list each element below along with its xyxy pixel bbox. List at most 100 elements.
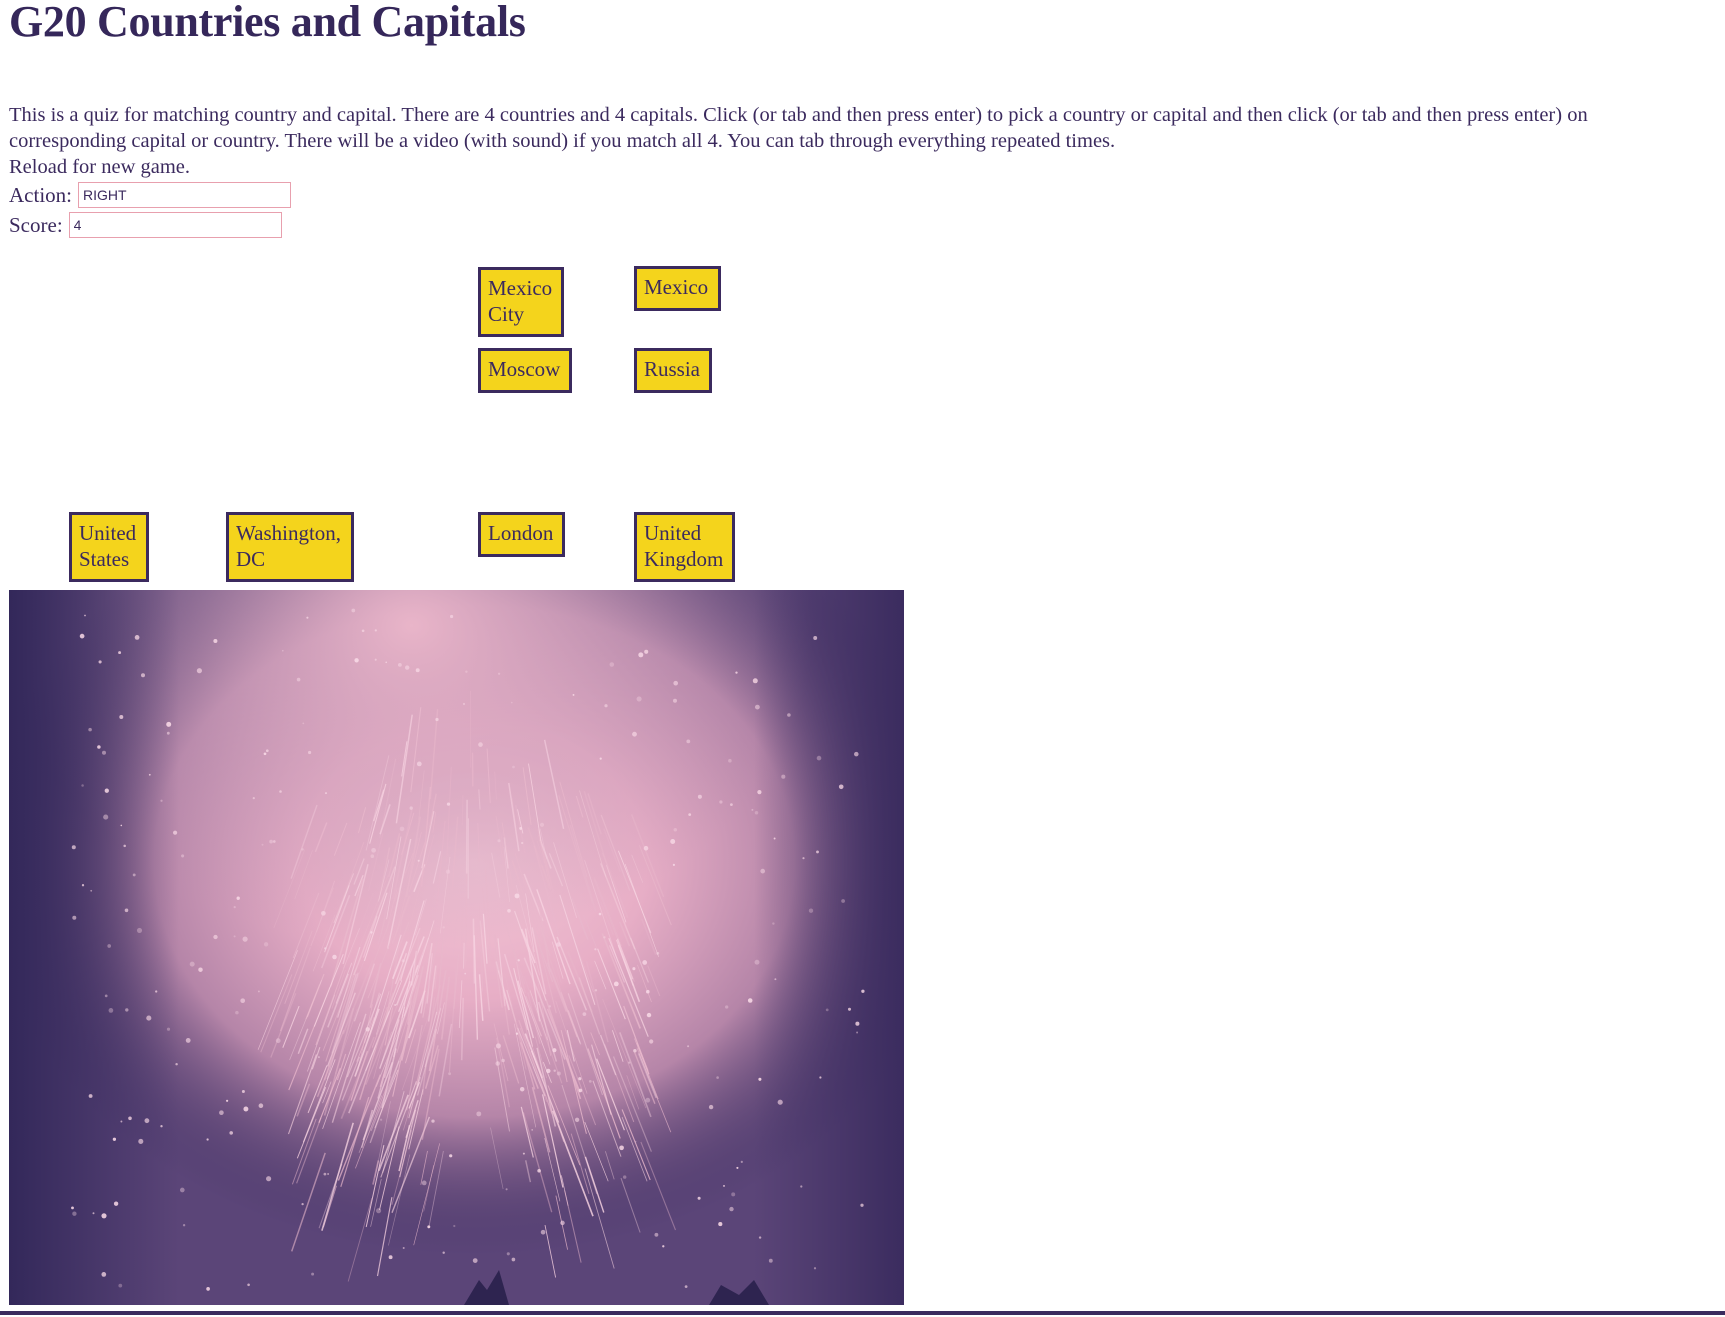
card-mexico-city[interactable]: Mexico City xyxy=(478,267,564,337)
spark-dot xyxy=(233,935,236,938)
spark-dot xyxy=(229,1131,233,1135)
card-mexico[interactable]: Mexico xyxy=(634,266,721,311)
card-russia[interactable]: Russia xyxy=(634,348,712,393)
spark-dot xyxy=(632,731,637,737)
spark-dot xyxy=(645,1097,651,1103)
instructions-text: This is a quiz for matching country and … xyxy=(9,104,1588,152)
spark-dot xyxy=(808,908,814,913)
spark-dot xyxy=(723,1184,725,1187)
score-field[interactable] xyxy=(68,212,282,238)
spark-dot xyxy=(175,1062,178,1066)
spark-dot xyxy=(189,961,195,967)
spark-dot xyxy=(376,1208,382,1214)
spark-dot xyxy=(417,859,420,862)
spark-dot xyxy=(448,1072,451,1076)
spark-dot xyxy=(719,800,723,804)
spark-dot xyxy=(120,1120,123,1123)
spark-dot xyxy=(735,671,738,674)
spark-dot xyxy=(495,1061,500,1066)
spark-dot xyxy=(101,1213,107,1219)
spark-dot xyxy=(636,696,642,702)
spark-dot xyxy=(619,1145,624,1151)
spark-dot xyxy=(124,908,129,913)
spark-dot xyxy=(185,1037,191,1043)
spark-dot xyxy=(399,826,405,832)
spark-dot xyxy=(582,1012,587,1016)
spark-dot xyxy=(754,810,759,815)
card-washington-dc[interactable]: Washington, DC xyxy=(226,512,354,582)
spark-dot xyxy=(371,847,376,853)
spark-dot xyxy=(104,994,108,998)
spark-dot xyxy=(219,1110,224,1116)
spark-dot xyxy=(324,947,327,950)
spark-dot xyxy=(388,1255,393,1260)
card-moscow[interactable]: Moscow xyxy=(478,348,572,393)
spark-dot xyxy=(81,884,85,887)
spark-dot xyxy=(633,1048,637,1053)
action-field[interactable] xyxy=(78,182,291,208)
spark-dot xyxy=(317,1056,320,1059)
reward-video[interactable] xyxy=(9,590,904,1305)
spark-dot xyxy=(718,1222,723,1227)
spark-dot xyxy=(296,677,301,682)
spark-dot xyxy=(838,784,844,790)
spark-dot xyxy=(236,896,240,900)
spark-dot xyxy=(515,1032,519,1035)
card-london[interactable]: London xyxy=(478,512,565,557)
spark-dot xyxy=(860,1203,864,1207)
spark-dot xyxy=(84,614,86,617)
spark-dot xyxy=(242,936,248,942)
spark-dot xyxy=(758,1236,762,1239)
spark-dot xyxy=(540,1229,546,1235)
spark-dot xyxy=(644,649,649,654)
spark-dot xyxy=(379,1118,383,1121)
spark-dot xyxy=(261,843,264,846)
spark-dot xyxy=(531,1129,534,1131)
spark-dot xyxy=(119,715,124,719)
spark-dot xyxy=(324,792,328,795)
spark-dot xyxy=(449,1154,453,1158)
spark-dot xyxy=(125,1008,129,1012)
spark-dot xyxy=(574,1117,580,1122)
spark-dot xyxy=(777,1099,783,1105)
spark-dot xyxy=(553,1069,556,1072)
spark-dot xyxy=(757,790,762,795)
bottom-rule xyxy=(0,1311,1725,1315)
spark-dot xyxy=(687,1045,690,1048)
spark-dot xyxy=(351,608,356,613)
spark-dot xyxy=(672,863,676,866)
spark-dot xyxy=(754,959,760,965)
spark-dot xyxy=(306,616,309,619)
spark-dot xyxy=(263,942,269,947)
spark-dot xyxy=(856,1031,859,1034)
spark-dot xyxy=(323,1172,327,1176)
spark-dot xyxy=(773,837,776,840)
spark-dot xyxy=(405,665,410,670)
spark-dot xyxy=(272,840,276,843)
spark-dot xyxy=(643,845,649,851)
spark-dot xyxy=(781,774,786,779)
spark-dot xyxy=(118,1283,123,1288)
spark-dot xyxy=(241,1090,245,1093)
spark-dot xyxy=(385,661,388,664)
spark-dot xyxy=(321,910,326,916)
spark-dot xyxy=(92,1212,95,1215)
spark-dot xyxy=(146,1015,152,1021)
spark-dot xyxy=(594,948,597,951)
spark-dot xyxy=(138,1138,144,1144)
spark-dot xyxy=(517,959,520,962)
card-united-kingdom[interactable]: United Kingdom xyxy=(634,512,735,582)
spark-dot xyxy=(673,680,679,686)
reload-note: Reload for new game. xyxy=(9,156,191,178)
spark-dot xyxy=(257,990,260,993)
spark-dot xyxy=(361,629,365,633)
spark-dot xyxy=(243,1106,249,1112)
spark-dot xyxy=(697,794,702,799)
spark-dot xyxy=(684,1285,688,1288)
card-united-states[interactable]: United States xyxy=(69,512,149,582)
spark-dot xyxy=(302,722,305,725)
action-row: Action: xyxy=(9,181,291,209)
spark-dot xyxy=(88,1094,93,1098)
spark-dot xyxy=(311,1272,315,1276)
spark-dot xyxy=(240,998,246,1004)
